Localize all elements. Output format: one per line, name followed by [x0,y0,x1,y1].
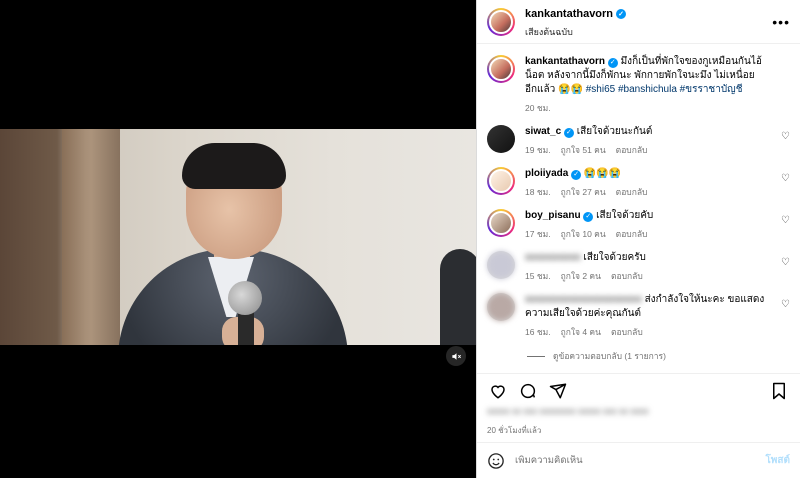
comment-username[interactable]: boy_pisanu [525,210,581,221]
avatar[interactable] [487,209,515,237]
comment-time: 17 ชม. [525,229,551,239]
comment-time: 19 ชม. [525,145,551,155]
post-comment-button[interactable]: โพสต์ [765,453,790,468]
comment-time: 15 ชม. [525,271,551,281]
author-username[interactable]: kankantathavorn [525,8,613,20]
avatar[interactable] [487,7,515,36]
comment-time: 18 ชม. [525,187,551,197]
comment-likes[interactable]: ถูกใจ 2 คน [561,269,601,283]
comment-text: เสียใจด้วยคับ [596,210,654,221]
view-replies-button[interactable]: ดูข้อความตอบกลับ (1 รายการ) [527,349,790,363]
comment-item: xxxxxxxxxx เสียใจด้วยครับ 15 ชม. ถูกใจ 2… [487,251,790,283]
bookmark-icon [773,382,785,399]
instagram-post-modal: kankantathavorn ✓ เสียงต้นฉบับ ••• kanka… [0,0,800,478]
comment-text: เสียใจด้วยครับ [583,252,646,263]
verified-icon: ✓ [607,57,618,68]
emoji-icon[interactable] [487,452,505,470]
video-player[interactable] [0,129,476,345]
view-replies-label: ดูข้อความตอบกลับ (1 รายการ) [553,351,666,361]
comment-button[interactable] [517,380,539,402]
microphone-head [228,281,262,315]
heart-icon[interactable]: ♡ [781,131,790,142]
comment-likes[interactable]: ถูกใจ 27 คน [561,185,606,199]
share-button[interactable] [547,380,569,402]
reply-button[interactable]: ตอบกลับ [616,143,648,157]
heart-icon[interactable]: ♡ [781,257,790,268]
avatar[interactable] [487,55,515,83]
comment-item: xxxxxxxxxxxxxxxxxxxxx ส่งกำลังใจให้นะคะ … [487,293,790,339]
verified-icon: ✓ [571,169,582,180]
comment-username[interactable]: siwat_c [525,126,561,137]
comment-likes[interactable]: ถูกใจ 51 คน [561,143,606,157]
caption: kankantathavorn ✓ มึงก็เป็นที่พักใจของกู… [487,55,790,115]
add-comment-bar: โพสต์ [477,442,800,478]
comment-likes[interactable]: ถูกใจ 10 คน [561,227,606,241]
comment-item: siwat_c ✓ เสียใจด้วยนะกันต์ 19 ชม. ถูกใจ… [487,125,790,157]
heart-icon[interactable]: ♡ [781,173,790,184]
verified-icon: ✓ [583,211,594,222]
comment-username[interactable]: xxxxxxxxxx [525,252,581,263]
comment-icon [520,383,536,398]
mute-button[interactable] [446,346,466,366]
more-icon[interactable]: ••• [772,14,790,30]
caption-username[interactable]: kankantathavorn [525,56,605,67]
verified-icon: ✓ [616,9,627,19]
share-icon [549,383,567,398]
reply-button[interactable]: ตอบกลับ [616,227,648,241]
speaker-hair [182,143,286,189]
avatar[interactable] [487,293,515,321]
comment-likes[interactable]: ถูกใจ 4 คน [561,325,601,339]
comment-time: 16 ชม. [525,327,551,337]
comment-text: เสียใจด้วยนะกันต์ [576,126,653,137]
comments-list[interactable]: kankantathavorn ✓ มึงก็เป็นที่พักใจของกู… [477,45,800,370]
likes-summary[interactable]: xxxxx xx xxx xxxxxxxx xxxxx xxx xx xxxx [487,406,649,416]
heart-icon[interactable]: ♡ [781,215,790,226]
comment-item: ploiiyada ✓ 😭😭😭 18 ชม. ถูกใจ 27 คน ตอบกล… [487,167,790,199]
reply-button[interactable]: ตอบกลับ [611,269,643,283]
avatar[interactable] [487,251,515,279]
save-button[interactable] [768,380,790,402]
comment-input[interactable] [515,455,766,466]
background-wall [62,129,120,345]
background-person [440,249,476,345]
heart-icon[interactable]: ♡ [781,299,790,310]
reply-button[interactable]: ตอบกลับ [616,185,648,199]
comment-username[interactable]: xxxxxxxxxxxxxxxxxxxxx [525,294,642,305]
verified-icon: ✓ [563,127,574,138]
mute-icon [451,352,461,360]
reply-button[interactable]: ตอบกลับ [611,325,643,339]
media-pane[interactable] [0,0,476,478]
caption-hashtags[interactable]: #shi65 #banshichula #ขรราชาบัญชี [586,84,743,95]
audio-label[interactable]: เสียงต้นฉบับ [525,25,772,39]
avatar[interactable] [487,167,515,195]
action-bar [477,373,800,407]
comment-text: 😭😭😭 [583,168,622,179]
comment-item: boy_pisanu ✓ เสียใจด้วยคับ 17 ชม. ถูกใจ … [487,209,790,241]
post-sidebar: kankantathavorn ✓ เสียงต้นฉบับ ••• kanka… [476,0,800,478]
like-button[interactable] [487,380,509,402]
caption-time: 20 ชม. [525,103,551,113]
avatar[interactable] [487,125,515,153]
heart-icon [491,384,505,399]
post-timestamp: 20 ชั่วโมงที่แล้ว [487,426,542,435]
replies-divider [527,355,545,357]
likes-text: xxxxx xx xxx xxxxxxxx xxxxx xxx xx xxxx [487,406,649,416]
comment-username[interactable]: ploiiyada [525,168,568,179]
post-header: kankantathavorn ✓ เสียงต้นฉบับ ••• [477,0,800,44]
